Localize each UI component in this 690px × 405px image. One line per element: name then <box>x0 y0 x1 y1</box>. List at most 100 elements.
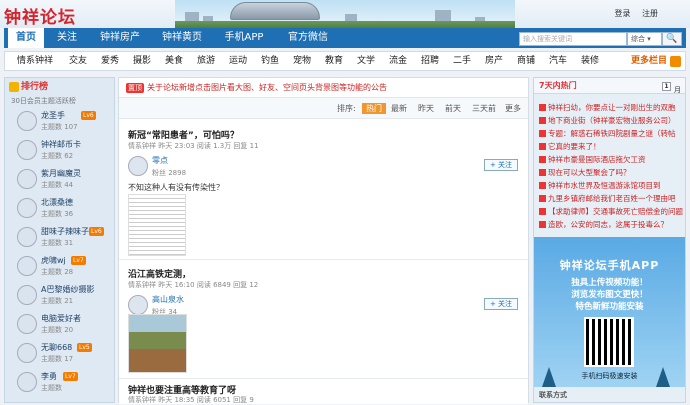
cat-item[interactable]: 二手 <box>453 52 471 71</box>
post-title[interactable]: 沿江高铁定测， <box>128 267 191 280</box>
site-logo[interactable]: 钟祥论坛 <box>4 3 76 28</box>
notice-text[interactable]: 关于论坛新增点击图片看大图、好友、空间页头背景图等功能的公告 <box>147 83 387 92</box>
cat-item[interactable]: 旅游 <box>197 52 215 71</box>
cat-item[interactable]: 装修 <box>581 52 599 71</box>
cat-item[interactable]: 钓鱼 <box>261 52 279 71</box>
hot-item[interactable]: 【求助律师】交通事故死亡赔偿金的问题 <box>539 206 684 217</box>
hot-item[interactable]: 钟祥市水世界及恒温游泳馆项目到 <box>539 180 684 191</box>
hot-item[interactable]: 造欧，公安的同志，这属于投毒么？ <box>539 219 684 230</box>
search-icon[interactable]: 🔍 <box>662 32 682 46</box>
pinned-notice[interactable]: 置顶 关于论坛新增点击图片看大图、好友、空间页头背景图等功能的公告 <box>119 78 528 98</box>
avatar[interactable] <box>17 111 37 131</box>
nav-realestate[interactable]: 钟祥房产 <box>92 28 148 48</box>
hot-item[interactable]: 专题：解惑石稀铁四院剧量之谜（转帖 <box>539 128 684 139</box>
avatar[interactable] <box>17 314 37 334</box>
user-name[interactable]: 龙圣手 <box>41 110 65 121</box>
cat-item[interactable]: 教育 <box>325 52 343 71</box>
avatar[interactable] <box>17 256 37 276</box>
post-title[interactable]: 新冠“常阳患者”，可怕吗？ <box>128 128 239 141</box>
avatar[interactable] <box>17 285 37 305</box>
sort-daybefore[interactable]: 前天 <box>445 103 461 114</box>
ranking-user[interactable]: 虎啸wj Lv7 主题数 28 <box>5 253 114 281</box>
post-author[interactable]: 高山泉水 <box>152 294 184 305</box>
hot-item[interactable]: 钟祥市豪曼国际酒店拖欠工资 <box>539 154 684 165</box>
nav-app[interactable]: 手机APP <box>216 28 272 48</box>
ranking-user[interactable]: 李勇 Lv7 主题数 <box>5 369 114 397</box>
ranking-user[interactable]: A巴黎婚纱摄影 主题数 21 <box>5 282 114 310</box>
avatar[interactable] <box>17 227 37 247</box>
user-name[interactable]: 李勇 <box>41 371 57 382</box>
nav-yellowpages[interactable]: 钟祥黄页 <box>154 28 210 48</box>
main-feed: 置顶 关于论坛新增点击图片看大图、好友、空间页头背景图等功能的公告 排序: 热门 … <box>118 77 529 404</box>
search-input[interactable]: 输入搜索关键词 <box>519 32 627 46</box>
cat-item[interactable]: 文学 <box>357 52 375 71</box>
cat-item[interactable]: 摄影 <box>133 52 151 71</box>
more-categories-link[interactable]: 更多栏目 <box>631 52 667 71</box>
search-scope-select[interactable]: 综合 ▾ <box>627 32 662 46</box>
ranking-user[interactable]: 龙圣手 Lv6 主题数 107 <box>5 108 114 136</box>
follow-button[interactable]: + 关注 <box>484 298 518 310</box>
avatar[interactable] <box>128 156 148 176</box>
nav-wechat[interactable]: 官方微信 <box>280 28 336 48</box>
hot-item[interactable]: 九里乡镇府邮给我们老百姓一个理由吧 <box>539 193 684 204</box>
sort-latest[interactable]: 最新 <box>391 103 407 114</box>
user-name[interactable]: 甜味子辣味子 <box>41 226 89 237</box>
cat-item[interactable]: 房产 <box>485 52 503 71</box>
ranking-user[interactable]: 电脑爱好者 主题数 20 <box>5 311 114 339</box>
cat-item[interactable]: 爱秀 <box>101 52 119 71</box>
post-image[interactable] <box>128 314 187 373</box>
follow-button[interactable]: + 关注 <box>484 159 518 171</box>
cat-item[interactable]: 运动 <box>229 52 247 71</box>
topic-count: 主题数 107 <box>41 123 78 131</box>
month-label[interactable]: 月 <box>674 82 681 98</box>
login-link[interactable]: 登录 <box>614 9 630 18</box>
user-name[interactable]: 钟祥邮币卡 <box>41 139 81 150</box>
user-name[interactable]: 虎啸wj <box>41 255 66 266</box>
ranking-user[interactable]: 北漂桑德 主题数 36 <box>5 195 114 223</box>
avatar[interactable] <box>17 372 37 392</box>
ranking-user[interactable]: 紫月幽魔灵 主题数 44 <box>5 166 114 194</box>
more-categories-icon[interactable] <box>670 56 681 67</box>
cat-item[interactable]: 汽车 <box>549 52 567 71</box>
cat-item[interactable]: 交友 <box>69 52 87 71</box>
cat-item[interactable]: 美食 <box>165 52 183 71</box>
hot-item[interactable]: 现在可以大型聚会了吗？ <box>539 167 684 178</box>
user-name[interactable]: 紫月幽魔灵 <box>41 168 81 179</box>
ranking-user[interactable]: 甜味子辣味子 Lv6 主题数 31 <box>5 224 114 252</box>
post-author[interactable]: 零点 <box>152 155 168 166</box>
sort-threedays[interactable]: 三天前 <box>472 103 496 114</box>
app-promo-banner[interactable]: 钟祥论坛手机APP 独具上传视频功能！ 浏览发布图文更快！ 特色新鲜功能安装 手机扫… <box>534 237 685 387</box>
user-name[interactable]: 电脑爱好者 <box>41 313 81 324</box>
post-image[interactable] <box>128 194 186 256</box>
hot-item[interactable]: 钟祥扫幼，你要点让一对刚出生的双胞 <box>539 102 684 113</box>
cat-item[interactable]: 招聘 <box>421 52 439 71</box>
sort-hot[interactable]: 热门 <box>362 103 386 114</box>
ranking-user[interactable]: 钟祥邮币卡 主题数 62 <box>5 137 114 165</box>
nav-follow[interactable]: 关注 <box>50 28 84 48</box>
avatar[interactable] <box>17 343 37 363</box>
cat-item[interactable]: 宠物 <box>293 52 311 71</box>
avatar[interactable] <box>17 169 37 189</box>
user-name[interactable]: A巴黎婚纱摄影 <box>41 284 94 295</box>
qr-code-icon[interactable] <box>584 317 634 367</box>
sort-yesterday[interactable]: 昨天 <box>418 103 434 114</box>
post-item[interactable]: 新冠“常阳患者”，可怕吗？ 情系钟祥 昨天 23:03 阅读 1.3万 回复 1… <box>119 122 528 260</box>
cat-item[interactable]: 情系钟祥 <box>17 52 53 71</box>
hot-item[interactable]: 地下商业街（钟祥豪宏物业服务公司） <box>539 115 684 126</box>
page-number[interactable]: 1 <box>662 82 671 91</box>
avatar[interactable] <box>128 295 148 315</box>
ranking-user[interactable]: 无聊668 Lv5 主题数 17 <box>5 340 114 368</box>
user-name[interactable]: 北漂桑德 <box>41 197 73 208</box>
avatar[interactable] <box>17 198 37 218</box>
cat-item[interactable]: 商铺 <box>517 52 535 71</box>
register-link[interactable]: 注册 <box>642 9 658 18</box>
hot-item[interactable]: 它真的要来了！ <box>539 141 684 152</box>
nav-home[interactable]: 首页 <box>8 28 44 48</box>
sort-more[interactable]: 更多 <box>505 103 521 114</box>
post-item[interactable]: 沿江高铁定测， 情系钟祥 昨天 16:10 阅读 6849 回复 12 高山泉水… <box>119 261 528 379</box>
pinned-tag: 置顶 <box>126 83 144 93</box>
cat-item[interactable]: 流金 <box>389 52 407 71</box>
post-item[interactable]: 钟祥也要注重高等教育了呀 情系钟祥 昨天 18:35 阅读 6051 回复 9 <box>119 380 528 404</box>
user-name[interactable]: 无聊668 <box>41 342 72 353</box>
avatar[interactable] <box>17 140 37 160</box>
